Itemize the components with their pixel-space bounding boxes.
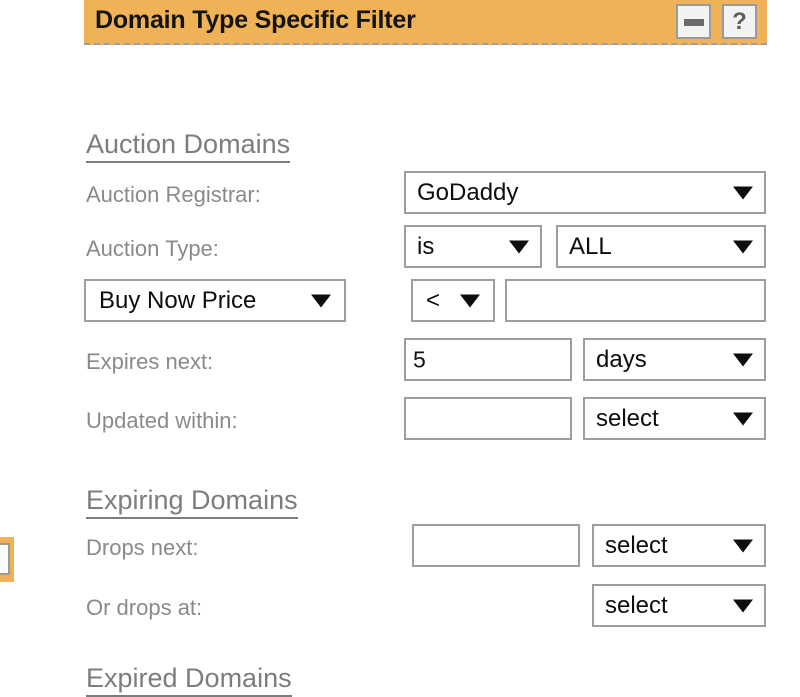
chevron-down-icon <box>733 412 753 425</box>
select-price-operator-value: < <box>426 287 440 315</box>
input-price-value[interactable] <box>505 279 766 322</box>
chevron-down-icon <box>733 599 753 612</box>
chevron-down-icon <box>733 353 753 366</box>
chevron-down-icon <box>733 539 753 552</box>
select-or-drops-at-value: select <box>605 592 668 620</box>
section-heading-auction-domains: Auction Domains <box>86 129 290 163</box>
chevron-down-icon <box>460 294 480 307</box>
label-expires-next: Expires next: <box>86 349 213 375</box>
select-auction-registrar[interactable]: GoDaddy <box>404 171 766 214</box>
select-price-field-value: Buy Now Price <box>99 287 256 315</box>
label-auction-type: Auction Type: <box>86 236 219 262</box>
select-auction-registrar-value: GoDaddy <box>417 179 518 207</box>
section-heading-expired-domains: Expired Domains <box>86 663 292 697</box>
help-button[interactable]: ? <box>722 4 757 39</box>
input-updated-within[interactable] <box>404 397 572 440</box>
select-updated-within-unit-value: select <box>596 405 659 433</box>
select-price-operator[interactable]: < <box>411 279 495 322</box>
select-expires-next-unit[interactable]: days <box>583 338 766 381</box>
label-or-drops-at: Or drops at: <box>86 595 202 621</box>
domain-type-specific-filter-panel: Domain Type Specific Filter ? Auction Do… <box>84 0 767 45</box>
select-updated-within-unit[interactable]: select <box>583 397 766 440</box>
chevron-down-icon <box>311 294 331 307</box>
chevron-down-icon <box>733 186 753 199</box>
select-price-field[interactable]: Buy Now Price <box>84 279 346 322</box>
minimize-icon <box>684 19 704 26</box>
input-expires-next-value: 5 <box>413 346 426 373</box>
panel-titlebar: Domain Type Specific Filter ? <box>84 0 767 45</box>
section-heading-expiring-domains: Expiring Domains <box>86 485 298 519</box>
select-or-drops-at[interactable]: select <box>592 584 766 627</box>
label-updated-within: Updated within: <box>86 408 238 434</box>
select-drops-next-unit[interactable]: select <box>592 524 766 567</box>
label-auction-registrar: Auction Registrar: <box>86 182 261 208</box>
select-auction-type-operator-value: is <box>417 233 434 261</box>
input-drops-next[interactable] <box>412 524 580 567</box>
minimize-button[interactable] <box>676 4 711 39</box>
chevron-down-icon <box>509 240 529 253</box>
adjacent-panel-button[interactable] <box>0 543 10 575</box>
select-auction-type-value-text: ALL <box>569 233 612 261</box>
select-expires-next-unit-value: days <box>596 346 647 374</box>
chevron-down-icon <box>733 240 753 253</box>
adjacent-panel-edge <box>0 537 14 582</box>
panel-title: Domain Type Specific Filter <box>95 6 416 35</box>
label-drops-next: Drops next: <box>86 535 199 561</box>
select-auction-type-value[interactable]: ALL <box>556 225 766 268</box>
select-drops-next-unit-value: select <box>605 532 668 560</box>
select-auction-type-operator[interactable]: is <box>404 225 542 268</box>
input-expires-next[interactable]: 5 <box>404 338 572 381</box>
question-mark-icon: ? <box>724 6 755 37</box>
